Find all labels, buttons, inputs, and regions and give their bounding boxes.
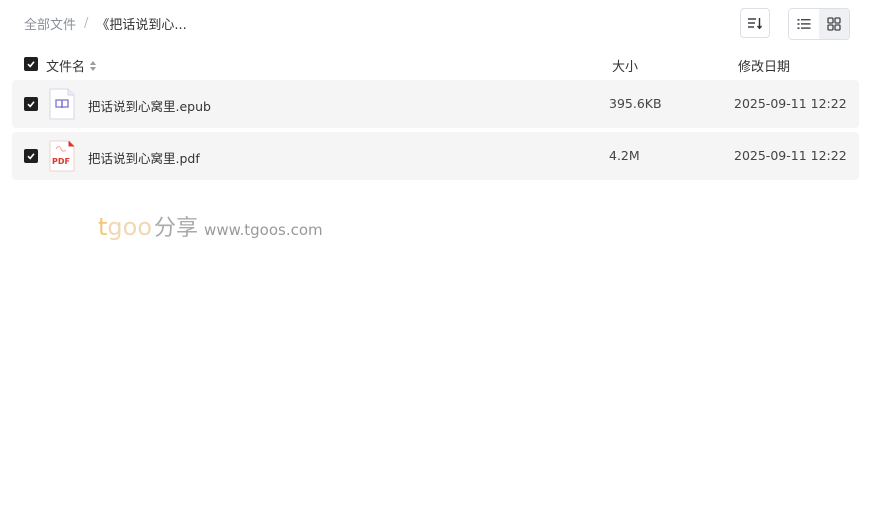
view-toggle [788,8,850,40]
breadcrumb-root-link[interactable]: 全部文件 [24,14,76,33]
grid-view-button[interactable] [819,9,849,39]
column-header-size[interactable]: 大小 [612,56,638,75]
epub-file-icon [49,88,75,120]
list-icon [797,19,811,29]
top-bar: 全部文件 / 《把话说到心... [0,0,874,48]
file-modified-date: 2025-09-11 12:22 [734,148,847,163]
file-modified-date: 2025-09-11 12:22 [734,96,847,111]
svg-text:PDF: PDF [52,157,70,166]
pdf-file-icon: PDF [49,140,75,172]
grid-icon [827,17,841,31]
select-all-checkbox[interactable] [24,57,38,71]
table-row[interactable]: 把话说到心窝里.epub 395.6KB 2025-09-11 12:22 [12,80,859,128]
row-checkbox[interactable] [24,97,38,111]
watermark-brand-goo: goo [107,213,153,241]
column-header-name-label: 文件名 [46,60,86,75]
file-size: 4.2M [609,148,640,163]
check-icon [27,61,35,68]
breadcrumb: 全部文件 / 《把话说到心... [24,14,187,33]
watermark-brand: tgoo [98,213,152,241]
table-row[interactable]: PDF 把话说到心窝里.pdf 4.2M 2025-09-11 12:22 [12,132,859,180]
sort-button[interactable] [740,8,770,38]
column-header-date[interactable]: 修改日期 [738,56,790,75]
breadcrumb-current: 《把话说到心... [96,18,187,33]
file-size: 395.6KB [609,96,662,111]
watermark: tgoo 分享 www.tgoos.com [98,210,323,242]
row-checkbox[interactable] [24,149,38,163]
sort-caret-icon [89,60,97,72]
table-header: 文件名 大小 修改日期 [0,50,874,78]
column-header-name[interactable]: 文件名 [46,56,97,75]
check-icon [27,153,35,160]
check-icon [27,101,35,108]
list-view-button[interactable] [789,9,819,39]
watermark-brand-t: t [98,213,108,241]
file-name[interactable]: 把话说到心窝里.epub [88,96,211,115]
sort-lines-icon [748,18,763,30]
file-name[interactable]: 把话说到心窝里.pdf [88,148,200,167]
watermark-url: www.tgoos.com [204,221,323,239]
watermark-brand-cn: 分享 [154,216,199,241]
breadcrumb-separator: / [84,16,89,31]
